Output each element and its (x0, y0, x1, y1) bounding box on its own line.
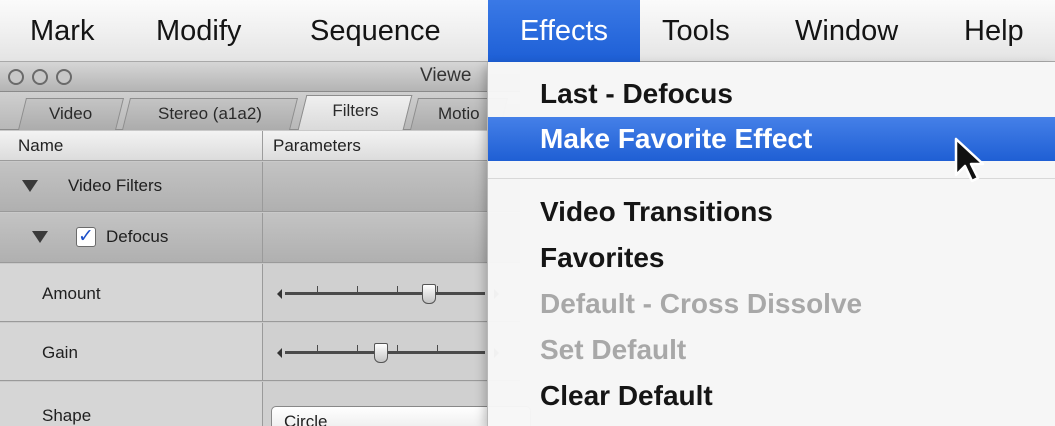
shape-label: Shape (42, 406, 92, 425)
defocus-name-cell: ✓ Defocus (0, 213, 262, 262)
tab-filters[interactable]: Filters (297, 95, 413, 130)
slider-tick (397, 286, 398, 292)
menu-item-set-default: Set Default (540, 334, 687, 365)
menu-item-video-transitions[interactable]: Video Transitions (488, 190, 1055, 234)
slider-tick (397, 345, 398, 351)
slider-thumb[interactable] (422, 284, 436, 304)
menu-help[interactable]: Help (964, 0, 1024, 62)
slider-tick (437, 345, 438, 351)
tab-stereo[interactable]: Stereo (a1a2) (122, 98, 298, 130)
gain-param-cell (262, 323, 520, 380)
tab-stereo-label: Stereo (a1a2) (158, 104, 262, 123)
slider-left-arrow-icon[interactable] (277, 289, 282, 299)
gain-slider[interactable] (277, 343, 509, 363)
amount-row: Amount (0, 264, 520, 322)
slider-track (285, 292, 485, 295)
gain-label: Gain (42, 343, 78, 362)
effects-menu: Last - Defocus Make Favorite Effect Vide… (487, 62, 1055, 426)
mouse-pointer-icon (954, 137, 985, 183)
column-divider (262, 131, 263, 161)
slider-left-arrow-icon[interactable] (277, 348, 282, 358)
menu-item-default-cross-dissolve: Default - Cross Dissolve (540, 288, 863, 319)
gain-row: Gain (0, 323, 520, 381)
viewer-title-bar[interactable]: Viewe (0, 62, 520, 92)
close-button-icon[interactable] (8, 69, 24, 85)
tab-motion-label: Motio (438, 104, 480, 123)
slider-tick (357, 286, 358, 292)
column-parameters-header[interactable]: Parameters (273, 131, 361, 161)
disclosure-triangle-icon[interactable] (22, 180, 38, 192)
disclosure-triangle-icon[interactable] (32, 231, 48, 243)
checkmark-icon: ✓ (78, 226, 94, 247)
shape-row: Shape Circle (0, 382, 531, 426)
menu-item-favorites[interactable]: Favorites (488, 236, 1055, 280)
menu-effects[interactable]: Effects (488, 0, 640, 62)
defocus-enable-checkbox[interactable]: ✓ (76, 227, 96, 247)
menu-item-last-defocus[interactable]: Last - Defocus (488, 72, 1055, 116)
slider-thumb[interactable] (374, 343, 388, 363)
video-filters-label: Video Filters (68, 176, 163, 195)
shape-param-cell: Circle (262, 382, 531, 426)
video-filters-row[interactable]: Video Filters (0, 162, 520, 212)
minimize-button-icon[interactable] (32, 69, 48, 85)
amount-label: Amount (42, 284, 101, 303)
defocus-param-cell (262, 213, 520, 262)
menu-sequence[interactable]: Sequence (310, 0, 441, 62)
amount-slider[interactable] (277, 284, 509, 304)
viewer-tab-strip: Video Stereo (a1a2) Filters Motio (0, 92, 520, 130)
menu-tools[interactable]: Tools (662, 0, 730, 62)
menu-modify[interactable]: Modify (156, 0, 241, 62)
zoom-button-icon[interactable] (56, 69, 72, 85)
tab-video[interactable]: Video (18, 98, 124, 130)
video-filters-name-cell: Video Filters (0, 162, 262, 211)
menu-window[interactable]: Window (795, 0, 898, 62)
amount-name-cell: Amount (0, 264, 262, 321)
viewer-window: Viewe Video Stereo (a1a2) Filters Motio … (0, 62, 531, 426)
slider-tick (437, 286, 438, 292)
column-name-header[interactable]: Name (18, 131, 63, 161)
gain-name-cell: Gain (0, 323, 262, 380)
defocus-label: Defocus (106, 227, 169, 246)
menu-mark[interactable]: Mark (30, 0, 94, 62)
video-filters-param-cell (262, 162, 520, 211)
amount-param-cell (262, 264, 520, 321)
menu-bar: Mark Modify Sequence Effects Tools Windo… (0, 0, 1055, 62)
defocus-row[interactable]: ✓ Defocus (0, 213, 520, 263)
screen: Mark Modify Sequence Effects Tools Windo… (0, 0, 1055, 426)
tab-filters-label: Filters (332, 101, 379, 120)
tab-video-label: Video (49, 104, 93, 123)
menu-item-clear-default[interactable]: Clear Default (488, 374, 1055, 418)
shape-name-cell: Shape (0, 382, 262, 426)
slider-tick (317, 286, 318, 292)
column-header: Name Parameters (0, 131, 520, 161)
slider-tick (357, 345, 358, 351)
viewer-title: Viewe (420, 65, 472, 86)
slider-tick (317, 345, 318, 351)
